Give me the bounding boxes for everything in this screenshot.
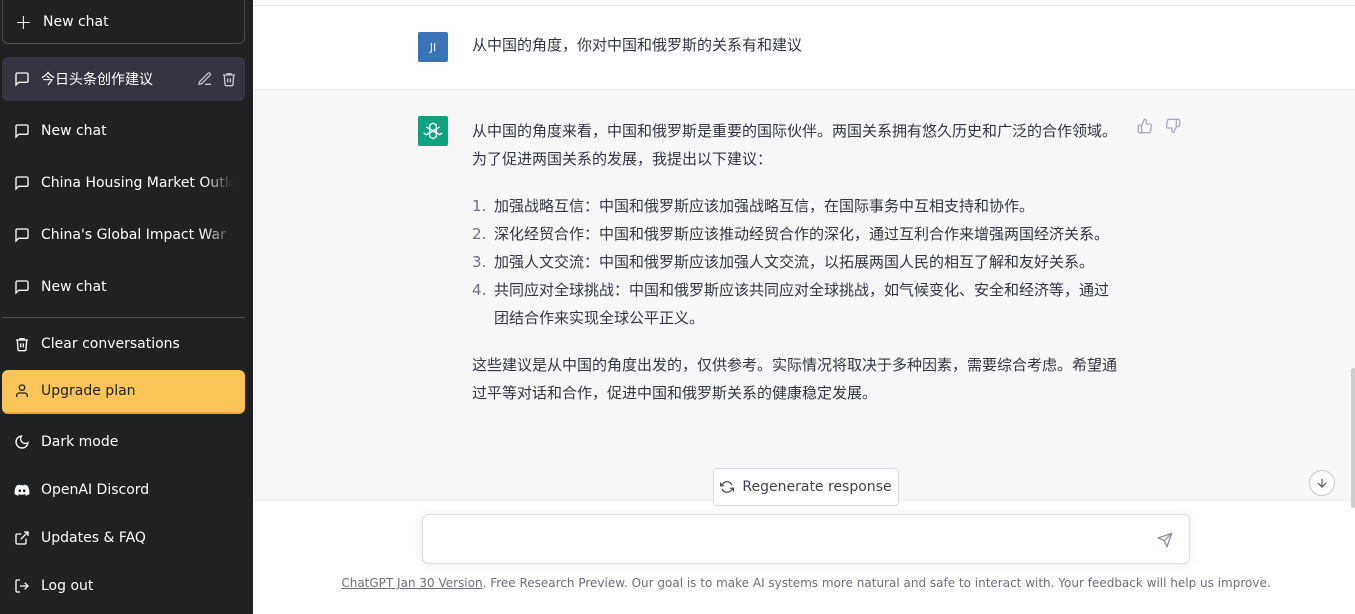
list-item: 2. 深化经贸合作：中国和俄罗斯应该推动经贸合作的深化，通过互利合作来增强两国经济…: [472, 225, 1110, 243]
discord-icon: [14, 482, 30, 498]
refresh-icon: [720, 480, 735, 494]
suggestion-list: 1. 加强战略互信：中国和俄罗斯应该加强战略互信，在国际事务中互相支持和协作。 2…: [472, 192, 1122, 332]
conversation-label: China's Global Impact War: [41, 227, 226, 243]
dark-mode-label: Dark mode: [41, 434, 119, 450]
list-item: 1. 加强战略互信：中国和俄罗斯应该加强战略互信，在国际事务中互相支持和协作。: [472, 197, 1035, 215]
conversation-item[interactable]: New chat: [2, 265, 245, 309]
conversation-item[interactable]: China's Global Impact War: [2, 213, 245, 257]
plus-icon: +: [15, 9, 32, 34]
list-item: 4. 共同应对全球挑战：中国和俄罗斯应该共同应对全球挑战，如气候变化、安全和经济等…: [472, 281, 1110, 327]
assistant-message-text: 从中国的角度来看，中国和俄罗斯是重要的国际伙伴。两国关系拥有悠久历史和广泛的合作…: [472, 117, 1122, 426]
conversation-label: 今日头条创作建议: [41, 72, 153, 88]
conversation-label: New chat: [41, 279, 107, 295]
updates-faq-label: Updates & FAQ: [41, 530, 146, 546]
message-input-box: [422, 514, 1190, 564]
user-avatar: JI: [418, 32, 448, 62]
user-message-text: 从中国的角度，你对中国和俄罗斯的关系有和建议: [472, 36, 803, 54]
upgrade-plan-label: Upgrade plan: [41, 383, 136, 399]
logout-icon: [14, 578, 30, 594]
discord-label: OpenAI Discord: [41, 482, 150, 498]
chat-bubble-icon: [14, 71, 30, 87]
chat-bubble-icon: [14, 227, 30, 243]
conversation-item-active[interactable]: 今日头条创作建议: [2, 57, 245, 101]
logout-label: Log out: [41, 578, 94, 594]
updates-faq-link[interactable]: Updates & FAQ: [2, 516, 245, 560]
footer-disclaimer: ChatGPT Jan 30 Version. Free Research Pr…: [253, 576, 1355, 590]
user-message-row: JI 从中国的角度，你对中国和俄罗斯的关系有和建议: [253, 5, 1355, 90]
discord-link[interactable]: OpenAI Discord: [2, 468, 245, 512]
clear-conversations-button[interactable]: Clear conversations: [2, 322, 245, 366]
trash-icon[interactable]: [221, 71, 237, 87]
assistant-intro: 从中国的角度来看，中国和俄罗斯是重要的国际伙伴。两国关系拥有悠久历史和广泛的合作…: [472, 122, 1118, 168]
logout-button[interactable]: Log out: [2, 564, 245, 608]
arrow-down-icon: [1317, 478, 1327, 488]
regenerate-response-button[interactable]: Regenerate response: [713, 468, 899, 506]
sidebar-divider: [2, 317, 245, 318]
scrollbar[interactable]: [1351, 368, 1355, 508]
thumbs-up-icon[interactable]: [1137, 118, 1153, 134]
chat-bubble-icon: [14, 175, 30, 191]
send-icon[interactable]: [1156, 532, 1173, 549]
clear-conversations-label: Clear conversations: [41, 336, 180, 352]
chat-main: JI 从中国的角度，你对中国和俄罗斯的关系有和建议 从中国的角度来看，中国和俄罗…: [253, 0, 1355, 614]
moon-icon: [14, 434, 30, 450]
conversation-item[interactable]: New chat: [2, 109, 245, 153]
thumbs-down-icon[interactable]: [1165, 118, 1181, 134]
upgrade-plan-button[interactable]: Upgrade plan: [2, 370, 245, 414]
scroll-down-button[interactable]: [1309, 470, 1335, 496]
chat-bubble-icon: [14, 279, 30, 295]
regenerate-label: Regenerate response: [742, 479, 892, 495]
conversation-label: New chat: [41, 123, 107, 139]
edit-icon[interactable]: [197, 71, 213, 87]
message-input[interactable]: [437, 529, 1137, 553]
version-link[interactable]: ChatGPT Jan 30 Version: [341, 576, 482, 590]
new-chat-button[interactable]: + New chat: [2, 0, 245, 44]
dark-mode-button[interactable]: Dark mode: [2, 420, 245, 464]
trash-icon: [14, 336, 30, 352]
sidebar: + New chat 今日头条创作建议 New chat China Housi…: [0, 0, 253, 614]
external-link-icon: [14, 530, 30, 546]
assistant-message-row: 从中国的角度来看，中国和俄罗斯是重要的国际伙伴。两国关系拥有悠久历史和广泛的合作…: [253, 90, 1355, 500]
openai-logo-icon: [418, 116, 448, 146]
conversation-item[interactable]: China Housing Market Outlook: [2, 161, 245, 205]
new-chat-label: New chat: [43, 13, 109, 30]
assistant-outro: 这些建议是从中国的角度出发的，仅供参考。实际情况将取决于多种因素，需要综合考虑。…: [472, 356, 1118, 402]
user-icon: [14, 383, 30, 399]
chat-bubble-icon: [14, 123, 30, 139]
footer-text: . Free Research Preview. Our goal is to …: [482, 576, 1271, 590]
list-item: 3. 加强人文交流：中国和俄罗斯应该加强人文交流，以拓展两国人民的相互了解和友好关…: [472, 253, 1095, 271]
conversation-label: China Housing Market Outlook: [41, 175, 233, 191]
